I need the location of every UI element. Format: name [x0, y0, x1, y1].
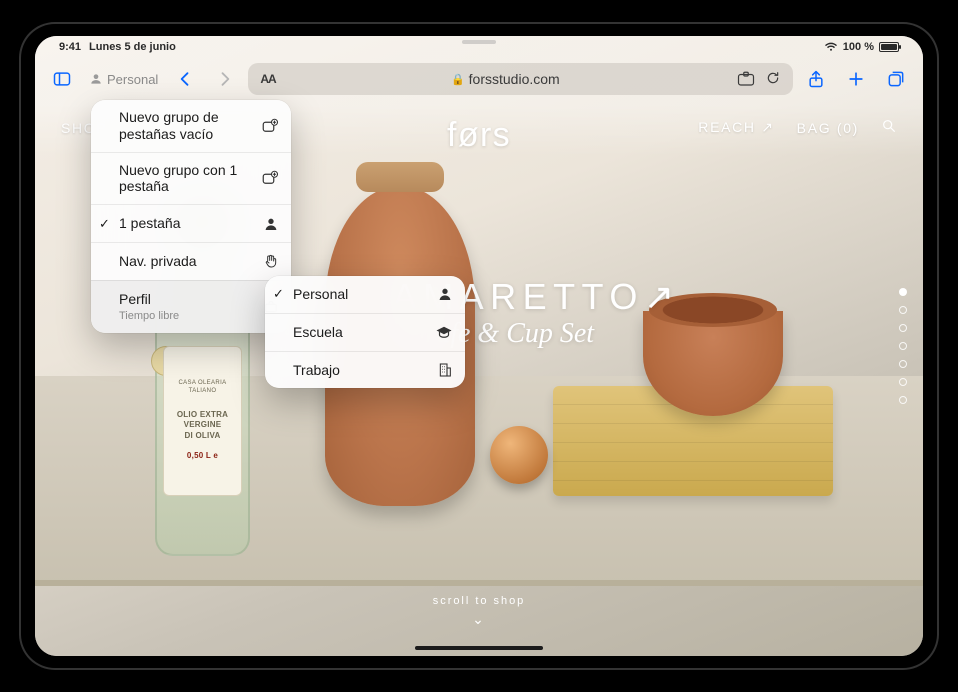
status-time: 9:41 — [59, 41, 81, 53]
reader-aa-button[interactable]: AA — [256, 72, 279, 86]
url-bar[interactable]: AA 🔒 forsstudio.com — [248, 63, 793, 95]
battery-icon — [879, 42, 899, 52]
wifi-icon — [824, 42, 838, 52]
profile-indicator-label: Personal — [107, 72, 158, 87]
new-tab-button[interactable] — [839, 63, 873, 95]
building-icon — [431, 362, 453, 378]
menu-profile[interactable]: Perfil Tiempo libre — [91, 280, 291, 333]
checkmark-icon: ✓ — [273, 286, 284, 302]
status-date: Lunes 5 de junio — [89, 41, 176, 53]
new-group-icon — [257, 118, 279, 134]
site-nav-reach[interactable]: REACH ↗ — [698, 119, 774, 136]
checkmark-icon: ✓ — [99, 216, 110, 232]
page-dots[interactable] — [899, 288, 907, 404]
reload-button[interactable] — [761, 70, 785, 89]
lock-icon: 🔒 — [451, 73, 465, 86]
bottle-label: CASA OLEARIA TALIANO OLIO EXTRA VERGINE … — [163, 346, 242, 496]
private-hand-icon — [257, 253, 279, 269]
menu-private-browsing[interactable]: Nav. privada — [91, 242, 291, 280]
url-host: forsstudio.com — [469, 71, 560, 87]
profile-option-personal[interactable]: ✓ Personal — [265, 276, 465, 313]
new-group-icon — [257, 170, 279, 186]
battery-pct: 100 % — [843, 41, 874, 53]
scroll-hint: scroll to shop ⌄ — [433, 595, 526, 628]
extensions-button[interactable] — [731, 71, 761, 87]
profile-indicator[interactable]: Personal — [85, 72, 162, 87]
person-icon — [431, 286, 453, 302]
site-nav-bag[interactable]: BAG (0) — [797, 120, 859, 136]
tab-groups-menu: Nuevo grupo de pestañas vacío Nuevo grup… — [91, 100, 291, 333]
share-button[interactable] — [799, 63, 833, 95]
menu-new-group-one-tab[interactable]: Nuevo grupo con 1 pestaña — [91, 152, 291, 205]
graduation-cap-icon — [431, 325, 453, 339]
window-grabber — [462, 40, 496, 44]
chevron-down-icon: ⌄ — [433, 611, 526, 628]
browser-toolbar: Personal AA 🔒 forsstudio.com — [35, 58, 923, 100]
sidebar-toggle-button[interactable] — [45, 63, 79, 95]
menu-new-empty-group[interactable]: Nuevo grupo de pestañas vacío — [91, 100, 291, 152]
menu-one-tab[interactable]: ✓ 1 pestaña — [91, 204, 291, 242]
search-icon[interactable] — [881, 118, 897, 137]
forward-button — [208, 63, 242, 95]
profile-option-work[interactable]: Trabajo — [265, 351, 465, 389]
site-logo[interactable]: førs — [447, 116, 511, 155]
person-icon — [257, 216, 279, 232]
back-button[interactable] — [168, 63, 202, 95]
home-indicator — [415, 646, 543, 650]
profile-submenu: ✓ Personal Escuela Trabajo — [265, 276, 465, 388]
tabs-overview-button[interactable] — [879, 63, 913, 95]
profile-option-school[interactable]: Escuela — [265, 313, 465, 351]
